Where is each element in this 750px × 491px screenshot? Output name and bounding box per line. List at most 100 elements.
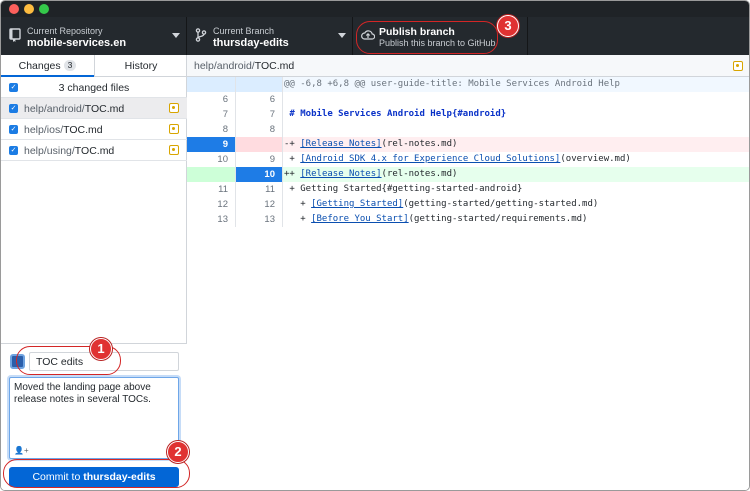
current-branch-button[interactable]: Current Branch thursday-edits [187, 17, 353, 55]
diff-line-text: + [Getting Started](getting-started/gett… [284, 197, 598, 212]
tab-changes[interactable]: Changes 3 [1, 55, 94, 77]
diff-prefix: + [284, 214, 312, 224]
diff-line-text: + Getting Started{#getting-started-andro… [284, 184, 523, 194]
branch-name: thursday-edits [213, 37, 289, 49]
diff-file-name: TOC.md [254, 60, 295, 72]
link-target: (overview.md) [560, 154, 631, 164]
modified-icon [169, 124, 179, 134]
old-line-number: 9 [187, 137, 235, 152]
diff-panel: help/android/TOC.md @@ -6,8 +6,8 @@ user… [187, 55, 749, 490]
diff-line-text: # Mobile Services Android Help{#android} [284, 109, 507, 119]
repo-icon [9, 28, 21, 42]
diff-row[interactable]: 7 7 # Mobile Services Android Help{#andr… [187, 107, 749, 122]
zoom-window-button[interactable] [39, 4, 49, 14]
changes-count-badge: 3 [63, 60, 77, 71]
sidebar: Changes 3 History ✓ 3 changed files ✓ hel… [1, 55, 187, 490]
add-coauthor-icon[interactable]: 👤+ [14, 446, 29, 455]
callout-ring-publish [356, 21, 498, 54]
modified-icon [169, 145, 179, 155]
file-checkbox[interactable]: ✓ [9, 146, 18, 155]
new-line-number: 12 [235, 197, 283, 212]
old-line-number [187, 77, 235, 92]
tab-changes-label: Changes [18, 60, 61, 72]
diff-line-text: + [Android SDK 4.x for Experience Cloud … [284, 152, 631, 167]
old-line-number: 6 [222, 94, 228, 105]
old-line-number: 12 [217, 199, 228, 210]
diff-prefix: + [284, 199, 312, 209]
new-line-number: 9 [235, 152, 283, 167]
markdown-link: [Getting Started] [311, 199, 404, 209]
branch-icon [195, 28, 207, 42]
diff-row[interactable]: 8 8 [187, 122, 749, 137]
chevron-down-icon [338, 33, 346, 38]
callout-ring-commit [3, 459, 190, 488]
file-list-item[interactable]: ✓ help/android/TOC.md [1, 98, 187, 119]
file-name: TOC.md [63, 124, 103, 136]
link-target: (rel-notes.md) [381, 169, 458, 179]
branch-label: Current Branch [213, 26, 275, 36]
diff-row[interactable]: 12 12 + [Getting Started](getting-starte… [187, 197, 749, 212]
callout-badge-3: 3 [497, 15, 519, 37]
diff-file-dir: help/android/ [194, 60, 255, 72]
diff-line-text: @@ -6,8 +6,8 @@ user-guide-title: Mobile… [284, 79, 620, 89]
diff-file-path: help/android/TOC.md [194, 60, 294, 72]
app-window: Current Repository mobile-services.en Cu… [0, 0, 750, 491]
diff-row[interactable]: 6 6 [187, 92, 749, 107]
diff-row[interactable]: 11 11 + Getting Started{#getting-started… [187, 182, 749, 197]
old-line-number: 10 [217, 154, 228, 165]
new-line-number: 8 [235, 122, 283, 137]
diff-line-text: + [Before You Start](getting-started/req… [284, 212, 587, 227]
diff-line-text: ++ [Release Notes](rel-notes.md) [284, 167, 457, 182]
file-dir: help/android/ [24, 103, 85, 115]
diff-hunk-header: @@ -6,8 +6,8 @@ user-guide-title: Mobile… [187, 77, 749, 92]
file-list-item[interactable]: ✓ help/using/TOC.md [1, 140, 187, 161]
file-path: help/ios/TOC.md [24, 124, 103, 136]
new-line-number: 13 [235, 212, 283, 227]
tab-history-label: History [124, 60, 158, 72]
modified-icon [169, 103, 179, 113]
title-bar [1, 1, 749, 17]
current-repository-button[interactable]: Current Repository mobile-services.en [1, 17, 187, 55]
markdown-link: [Release Notes] [300, 169, 382, 179]
sidebar-tabs: Changes 3 History [1, 55, 187, 77]
changed-files-header: ✓ 3 changed files [1, 77, 187, 98]
commit-description-text: Moved the landing page above release not… [14, 382, 151, 405]
markdown-link: [Release Notes] [300, 139, 382, 149]
diff-row-added[interactable]: 10 ++ [Release Notes](rel-notes.md) [187, 167, 749, 182]
callout-badge-1: 1 [90, 338, 112, 360]
file-dir: help/ios/ [24, 124, 64, 136]
changed-files-count: 3 changed files [58, 82, 130, 94]
new-line-number: 10 [235, 167, 283, 182]
diff-row[interactable]: 10 9 + [Android SDK 4.x for Experience C… [187, 152, 749, 167]
link-target: (getting-started/getting-started.md) [403, 199, 599, 209]
diff-row[interactable]: 13 13 + [Before You Start](getting-start… [187, 212, 749, 227]
minimize-window-button[interactable] [24, 4, 34, 14]
old-line-number: 11 [218, 184, 228, 195]
tab-history[interactable]: History [94, 55, 187, 77]
chevron-down-icon [172, 33, 180, 38]
file-checkbox[interactable]: ✓ [9, 104, 18, 113]
repository-label: Current Repository [27, 26, 103, 36]
file-dir: help/using/ [24, 145, 75, 157]
file-name: TOC.md [84, 103, 125, 115]
close-window-button[interactable] [9, 4, 19, 14]
old-line-number: 13 [217, 214, 228, 225]
callout-badge-2: 2 [167, 441, 189, 463]
diff-header: help/android/TOC.md [187, 55, 749, 77]
diff-prefix: -+ [284, 139, 301, 149]
file-list-item[interactable]: ✓ help/ios/TOC.md [1, 119, 187, 140]
repository-name: mobile-services.en [27, 37, 127, 49]
file-path: help/android/TOC.md [24, 103, 124, 115]
file-name: TOC.md [74, 145, 115, 157]
diff-prefix: + [284, 154, 301, 164]
new-line-number: 7 [235, 107, 283, 122]
old-line-number: 7 [222, 109, 228, 120]
markdown-link: [Android SDK 4.x for Experience Cloud So… [300, 154, 561, 164]
file-path: help/using/TOC.md [24, 145, 114, 157]
file-checkbox[interactable]: ✓ [9, 125, 18, 134]
old-line-number [187, 167, 235, 182]
diff-row-deleted[interactable]: 9 -+ [Release Notes](rel-notes.md) [187, 137, 749, 152]
modified-icon [733, 61, 743, 71]
commit-description-field[interactable]: Moved the landing page above release not… [9, 377, 179, 459]
new-line-number [235, 137, 283, 152]
